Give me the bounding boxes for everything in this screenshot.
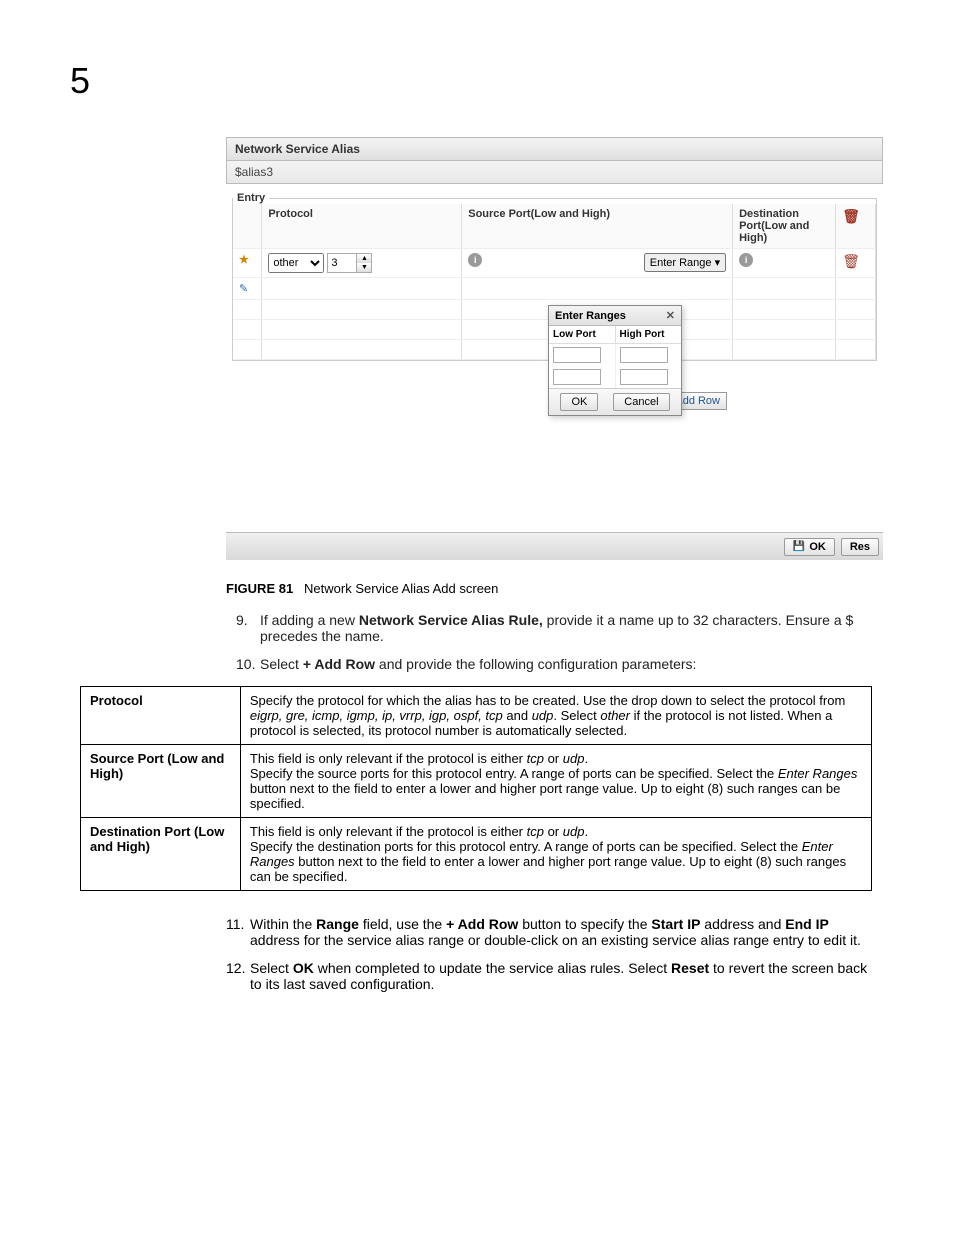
col-dest-port: Destination Port(Low and High)	[733, 204, 836, 249]
step-list-b: 11. Within the Range field, use the + Ad…	[226, 916, 876, 1004]
ok-button[interactable]: 💾 OK	[784, 538, 835, 556]
param-desc: This field is only relevant if the proto…	[240, 818, 871, 891]
low-port-input[interactable]	[553, 369, 601, 385]
step-number: 12.	[226, 960, 250, 992]
param-name: Source Port (Low and High)	[81, 745, 241, 818]
enter-ranges-popover: Enter Ranges ✕ Low Port High Port OK Can…	[548, 305, 682, 416]
spinner-down[interactable]: ▼	[357, 263, 371, 272]
reset-button[interactable]: Res	[841, 538, 879, 556]
panel-title: Network Service Alias	[226, 137, 883, 160]
info-icon[interactable]: i	[468, 253, 482, 267]
param-row-dest-port: Destination Port (Low and High) This fie…	[81, 818, 872, 891]
popover-title: Enter Ranges	[555, 310, 626, 322]
step-number: 9.	[236, 612, 260, 644]
page-number: 5	[70, 60, 90, 102]
param-row-source-port: Source Port (Low and High) This field is…	[81, 745, 872, 818]
spinner-up[interactable]: ▲	[357, 254, 371, 263]
figure-caption: FIGURE 81 Network Service Alias Add scre…	[226, 581, 498, 596]
pencil-icon: ✎	[239, 283, 248, 295]
dialog-panel: Network Service Alias $alias3 Entry Prot…	[226, 137, 883, 361]
add-row-label: Add Row	[675, 395, 720, 407]
step-12: 12. Select OK when completed to update t…	[226, 960, 876, 992]
param-desc: Specify the protocol for which the alias…	[240, 687, 871, 745]
dialog-footer: 💾 OK Res	[226, 532, 883, 560]
entry-row[interactable]: ★ other ▲ ▼ i	[233, 249, 876, 278]
figure-label: FIGURE 81	[226, 581, 293, 596]
trash-icon[interactable]: 🗑	[842, 208, 860, 224]
protocol-select[interactable]: other	[268, 253, 324, 273]
info-icon[interactable]: i	[739, 253, 753, 267]
step-list-a: 9. If adding a new Network Service Alias…	[236, 612, 872, 684]
step-text: If adding a new Network Service Alias Ru…	[260, 612, 872, 644]
high-port-input[interactable]	[620, 369, 668, 385]
ok-label: OK	[809, 541, 826, 553]
popover-col-high: High Port	[616, 326, 682, 343]
popover-ok-button[interactable]: OK	[560, 393, 598, 411]
parameter-table: Protocol Specify the protocol for which …	[80, 686, 872, 891]
step-9: 9. If adding a new Network Service Alias…	[236, 612, 872, 644]
enter-range-label: Enter Range	[650, 257, 712, 269]
disk-icon: 💾	[793, 541, 805, 552]
param-row-protocol: Protocol Specify the protocol for which …	[81, 687, 872, 745]
close-icon[interactable]: ✕	[666, 309, 675, 322]
param-desc: This field is only relevant if the proto…	[240, 745, 871, 818]
col-protocol: Protocol	[262, 204, 462, 249]
step-text: Select + Add Row and provide the followi…	[260, 656, 696, 672]
step-text: Within the Range field, use the + Add Ro…	[250, 916, 876, 948]
step-10: 10. Select + Add Row and provide the fol…	[236, 656, 872, 672]
step-number: 11.	[226, 916, 250, 948]
popover-col-low: Low Port	[549, 326, 616, 343]
fieldset-legend: Entry	[233, 192, 269, 204]
row-delete-icon[interactable]: 🗑	[842, 253, 860, 269]
figure-caption-text: Network Service Alias Add screen	[304, 581, 498, 596]
col-source-port: Source Port(Low and High)	[462, 204, 733, 249]
step-11: 11. Within the Range field, use the + Ad…	[226, 916, 876, 948]
high-port-input[interactable]	[620, 347, 668, 363]
popover-cancel-button[interactable]: Cancel	[613, 393, 669, 411]
param-name: Protocol	[81, 687, 241, 745]
alias-name: $alias3	[226, 160, 883, 184]
protocol-number-input[interactable]	[328, 254, 356, 272]
enter-range-button[interactable]: Enter Range ▾	[644, 253, 726, 272]
entry-row-empty: ✎	[233, 278, 876, 300]
param-name: Destination Port (Low and High)	[81, 818, 241, 891]
step-number: 10.	[236, 656, 260, 672]
star-icon: ★	[239, 254, 249, 266]
step-text: Select OK when completed to update the s…	[250, 960, 876, 992]
low-port-input[interactable]	[553, 347, 601, 363]
protocol-number-spinner[interactable]: ▲ ▼	[327, 253, 372, 273]
